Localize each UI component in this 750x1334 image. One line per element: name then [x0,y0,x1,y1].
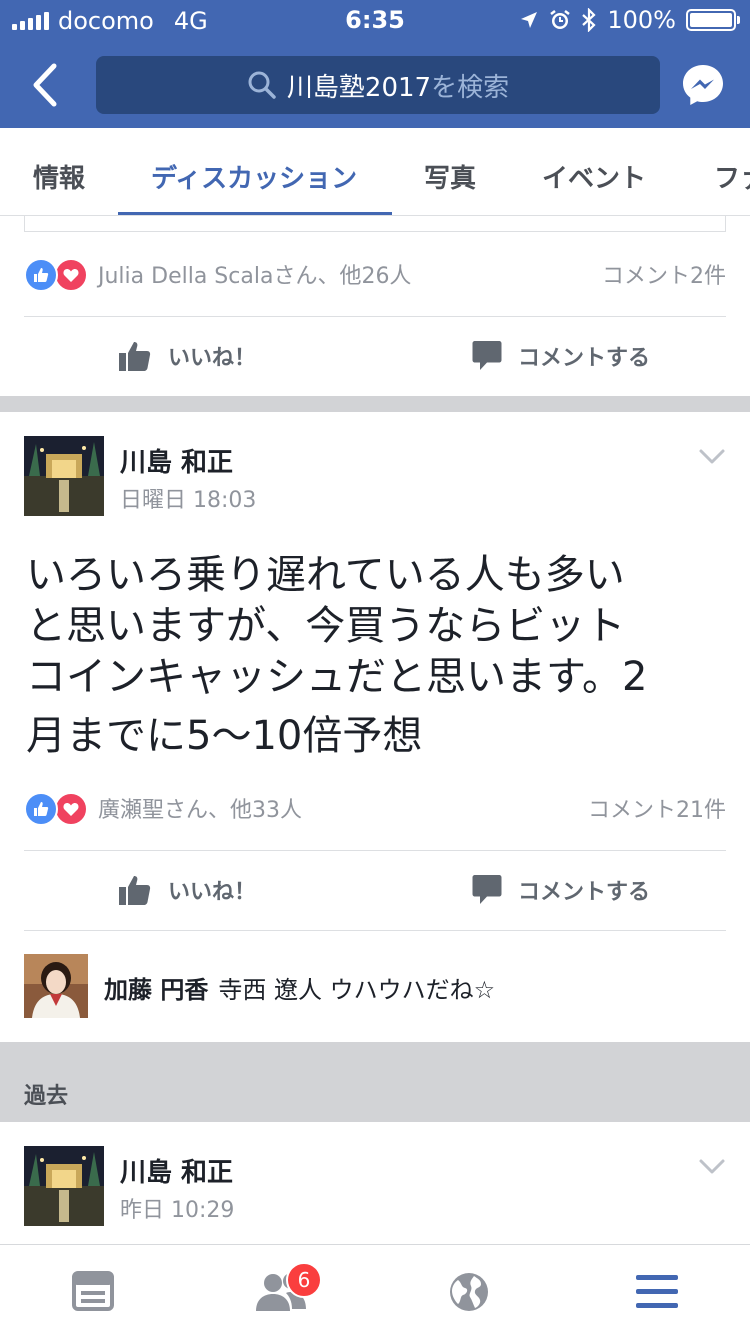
search-input[interactable]: 川島塾2017 を検索 [96,56,660,114]
love-reaction-icon [54,792,88,826]
like-button[interactable]: いいね！ [118,340,256,372]
love-reaction-icon [54,258,88,292]
tab-events[interactable]: イベント [542,158,646,195]
tab-discussion[interactable]: ディスカッション [151,158,357,195]
post-header: 川島 和正 昨日 10:29 [24,1146,726,1228]
battery-percent: 100% [607,6,676,34]
post-body-line: コインキャッシュだと思います。2 [26,654,648,700]
news-feed-icon [72,1271,114,1311]
reaction-icons [24,256,94,292]
post-body-line: いろいろ乗り遅れている人も多い [26,552,625,598]
messenger-icon [683,65,723,105]
comment-count[interactable]: コメント21件 [588,792,726,824]
author-avatar[interactable] [24,1146,104,1226]
tab-photos[interactable]: 写真 [424,158,476,195]
back-button[interactable] [26,60,66,110]
like-label: いいね！ [168,346,257,371]
globe-icon [450,1273,488,1311]
post-reaction-row[interactable]: 廣瀬聖さん、他33人 コメント21件 [24,788,726,828]
reactors-text: Julia Della Scalaさん、他26人 [98,264,412,289]
author-avatar[interactable] [24,436,104,516]
chevron-down-icon[interactable] [698,444,726,468]
like-reaction-icon [24,258,58,292]
alarm-icon [550,10,571,29]
post-author-name[interactable]: 川島 和正 [120,1152,233,1189]
post-timestamp[interactable]: 日曜日 18:03 [120,482,256,514]
comment-label: コメントする [518,880,651,905]
post-body-line: 月までに5〜10倍予想 [26,713,423,759]
like-label: いいね！ [168,880,257,905]
post-action-bar: いいね！ コメントする [0,860,750,920]
status-bar: docomo 4G 6:35 100% [0,0,750,40]
tab-info[interactable]: 情報 [33,158,85,195]
back-arrow-icon [33,63,57,107]
shared-content-card[interactable] [24,216,726,232]
friend-requests-badge: 6 [286,1262,322,1298]
reaction-icons [24,790,94,826]
bluetooth-icon [582,8,596,32]
search-query: 川島塾2017 [286,72,432,103]
tab-files[interactable]: ファ [714,158,750,195]
messenger-button[interactable] [680,62,726,108]
comment-text: 寺西 遼人 ウハウハだね☆ [218,976,496,1004]
post-timestamp[interactable]: 昨日 10:29 [120,1192,234,1224]
hamburger-menu-icon [636,1275,678,1308]
comment-count[interactable]: コメント2件 [602,258,726,290]
divider [24,316,726,317]
bottom-tab-bar [0,1244,750,1334]
search-icon [248,71,276,99]
nav-menu[interactable] [636,1275,678,1313]
like-button[interactable]: いいね！ [118,874,256,906]
commenter-name[interactable]: 加藤 円香 [104,976,208,1004]
like-reaction-icon [24,792,58,826]
group-tabs: 情報 ディスカッション 写真 イベント ファ [0,128,750,216]
comment-label: コメントする [518,346,651,371]
comment-bubble-icon [472,341,502,370]
thumbs-up-icon [119,342,151,371]
top-header: docomo 4G 6:35 100% 川島塾2017 を検索 [0,0,750,128]
comment-preview[interactable]: 加藤 円香 寺西 遼人 ウハウハだね☆ [24,954,726,1020]
prev-post-action-bar: いいね！ コメントする [0,326,750,386]
post-body: いろいろ乗り遅れている人も多い と思いますが、今買うならビット コインキャッシュ… [26,550,726,762]
chevron-down-icon[interactable] [698,1154,726,1178]
prev-post-reaction-row[interactable]: Julia Della Scalaさん、他26人 コメント2件 [24,254,726,294]
divider [24,930,726,931]
post-author-name[interactable]: 川島 和正 [120,442,233,479]
nav-news-feed[interactable] [72,1271,114,1315]
search-suffix: を検索 [431,72,510,103]
commenter-avatar[interactable] [24,954,88,1018]
battery-icon [686,9,740,31]
comment-button[interactable]: コメントする [472,874,650,906]
comment-button[interactable]: コメントする [472,340,650,372]
nav-notifications[interactable] [448,1271,490,1317]
thumbs-up-icon [119,876,151,905]
reactors-text: 廣瀬聖さん、他33人 [98,798,302,823]
past-section-label: 過去 [24,1084,69,1109]
comment-bubble-icon [472,875,502,904]
feed-separator [0,396,750,412]
post-header: 川島 和正 日曜日 18:03 [24,436,726,518]
location-arrow-icon [521,12,538,28]
past-section-header [0,1042,750,1122]
divider [24,850,726,851]
post-body-line: と思いますが、今買うならビット [26,603,626,649]
